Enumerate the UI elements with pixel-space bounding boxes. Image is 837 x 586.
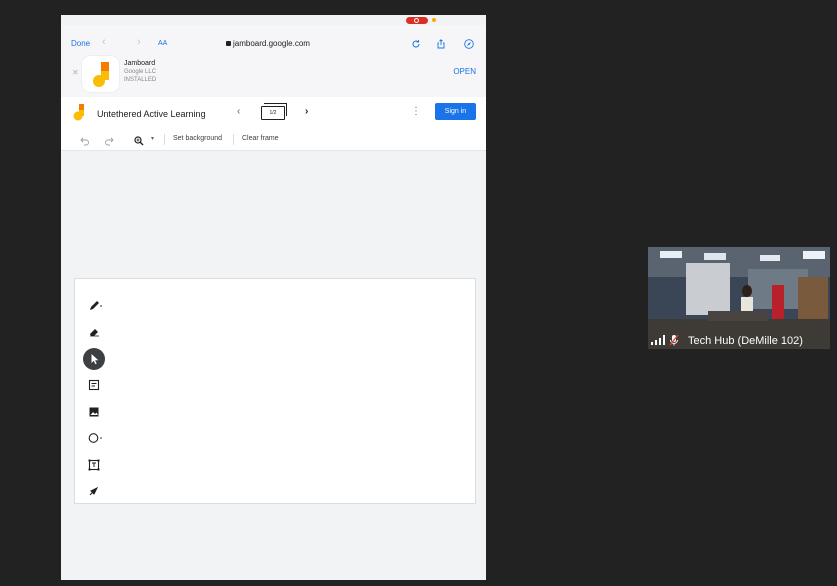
toolbar-divider xyxy=(233,134,234,145)
zoom-icon[interactable] xyxy=(134,136,144,146)
next-frame-icon[interactable]: › xyxy=(305,106,308,117)
lock-icon xyxy=(226,41,231,46)
previous-frame-icon[interactable]: ‹ xyxy=(237,106,240,117)
app-install-status: INSTALLED xyxy=(124,77,157,83)
redo-icon[interactable] xyxy=(104,136,114,146)
jamboard-app-icon[interactable] xyxy=(82,56,119,92)
more-options-icon[interactable]: ⋮ xyxy=(411,106,421,117)
sticky-note-tool[interactable] xyxy=(83,374,105,396)
sign-in-button[interactable]: Sign in xyxy=(435,103,476,120)
muted-mic-icon xyxy=(669,334,679,346)
select-tool[interactable] xyxy=(83,348,105,370)
app-publisher: Google LLC xyxy=(124,69,157,75)
image-icon xyxy=(89,407,99,417)
laser-icon xyxy=(89,486,99,496)
zoom-dropdown-icon[interactable]: ▾ xyxy=(151,135,154,142)
text-size-button[interactable]: AA xyxy=(158,40,167,47)
pen-tool[interactable] xyxy=(83,295,105,317)
mic-in-use-dot xyxy=(432,18,436,22)
jamboard-header: Untethered Active Learning ‹ 1/2 › ⋮ Sig… xyxy=(61,97,486,151)
undo-icon[interactable] xyxy=(80,136,90,146)
eraser-tool[interactable] xyxy=(83,321,105,343)
signal-strength-icon xyxy=(651,335,665,345)
set-background-button[interactable]: Set background xyxy=(173,135,222,142)
app-name: Jamboard xyxy=(124,60,156,67)
screen-share: Done ‹ › AA jamboard.google.com ✕ Jamboa… xyxy=(61,15,486,580)
eraser-icon xyxy=(90,329,99,337)
text-box-icon xyxy=(88,459,100,471)
forward-icon[interactable]: › xyxy=(137,36,141,48)
toolbar-divider xyxy=(164,134,165,145)
compass-icon[interactable] xyxy=(464,39,474,49)
sticky-note-icon xyxy=(88,379,100,391)
laser-tool[interactable] xyxy=(83,480,105,502)
text-box-tool[interactable] xyxy=(83,454,105,476)
circle-icon xyxy=(88,433,102,443)
image-tool[interactable] xyxy=(83,401,105,423)
back-icon[interactable]: ‹ xyxy=(102,36,106,48)
jam-canvas[interactable] xyxy=(74,278,476,504)
app-store-banner: ✕ Jamboard Google LLC INSTALLED OPEN xyxy=(61,55,486,98)
recording-indicator xyxy=(406,17,428,24)
clear-frame-button[interactable]: Clear frame xyxy=(242,135,279,142)
address-bar[interactable]: jamboard.google.com xyxy=(226,39,310,48)
jamboard-logo-icon xyxy=(73,104,84,121)
shape-tool[interactable] xyxy=(83,427,105,449)
close-icon[interactable]: ✕ xyxy=(72,68,79,77)
done-button[interactable]: Done xyxy=(71,39,90,48)
frame-bar-button[interactable]: 1/2 xyxy=(261,103,287,120)
jamboard-logo-icon xyxy=(93,62,109,87)
participant-name: Tech Hub (DeMille 102) xyxy=(688,335,803,347)
share-icon[interactable] xyxy=(436,39,446,49)
pen-icon xyxy=(90,301,102,310)
open-app-button[interactable]: OPEN xyxy=(453,67,476,76)
participant-video-tile[interactable]: Tech Hub (DeMille 102) xyxy=(648,247,830,349)
url-text: jamboard.google.com xyxy=(233,39,310,48)
jam-title[interactable]: Untethered Active Learning xyxy=(97,109,206,119)
select-icon xyxy=(91,354,99,365)
reload-icon[interactable] xyxy=(411,39,421,49)
browser-toolbar: Done ‹ › AA jamboard.google.com xyxy=(61,25,486,55)
